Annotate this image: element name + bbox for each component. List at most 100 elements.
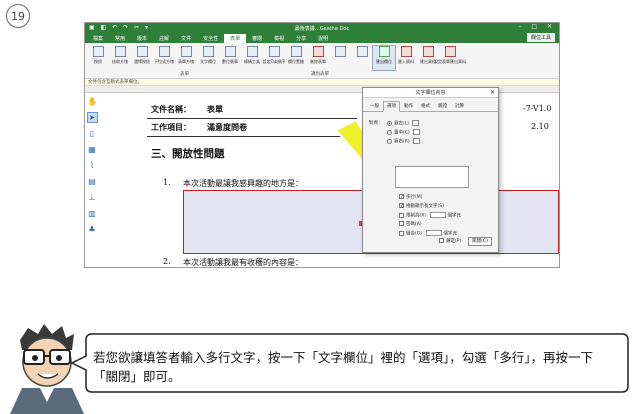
button-icon [92,46,104,57]
delete-form-icon [312,46,324,57]
export-data-icon [422,46,434,57]
dialog-tab-validate[interactable]: 驗證 [434,101,451,111]
tab-file[interactable]: 檔案 [87,34,109,43]
comb-input[interactable] [426,230,443,236]
ribbon-spacer-2 [351,46,373,70]
tab-comment[interactable]: 註解 [153,34,175,43]
divider-line [147,118,357,119]
comb-checkbox[interactable]: 組合(O) 個字元 [399,230,457,237]
tree-icon[interactable]: ♣ [88,225,97,234]
select-arrow-icon[interactable]: ➤ [86,112,98,123]
generic-icon [334,46,346,57]
group-label-identify: 識別表單 [311,72,329,77]
dialog-tab-format[interactable]: 格式 [417,101,434,111]
divider-line [147,136,357,137]
dialog-title: 文字欄位內容 ✕ [363,88,498,98]
tab-field-tools[interactable]: 欄位工具 [526,33,555,42]
step-number-badge: 19 [6,4,30,28]
import-data-tool[interactable]: 匯入資料 [395,46,417,70]
question-1-number: 1. [163,178,171,187]
tab-view[interactable]: 檢視 [268,34,290,43]
work-item-label: 工作項目： [151,122,191,132]
barcode-tool[interactable]: 條碼工具 [241,46,263,70]
tab-security[interactable]: 安全性 [197,34,224,43]
form-export-settings-tool[interactable]: 設定表單匯出資料 [434,46,466,70]
comment-icon[interactable]: ▤ [88,177,97,186]
dialog-body: 對齊： 靠左(L) 置中(C) 靠右(R) ✓ 多行(M) ✓ 捲動顯示長文字(S)… [363,112,498,244]
limit-label: 限制為(X) [406,213,427,219]
dialog-tab-options[interactable]: 選項 [383,101,400,112]
grid-icon[interactable]: ▦ [88,145,97,154]
tab-order-tool[interactable]: 設定Tab順序 [263,46,285,70]
field-check-tool[interactable]: 欄位置檢 [285,46,307,70]
window-controls[interactable]: – □ ✕ [518,23,556,30]
default-value-box[interactable] [395,166,469,188]
notification-bar: 文件包含互動式表單欄位。 [85,79,559,86]
layers-icon[interactable]: ▥ [88,209,97,218]
dialog-tab-actions[interactable]: 動作 [400,101,417,111]
align-right-label: 靠右(R) [394,139,410,145]
import-data-icon [400,46,412,57]
text-field-icon [202,46,214,57]
align-right-radio[interactable]: 靠右(R) [387,138,420,145]
align-label: 對齊： [369,121,383,126]
align-left-radio[interactable]: 靠左(L) [387,120,420,127]
password-label: 密碼(A) [406,222,422,227]
tab-version[interactable]: 版本 [131,34,153,43]
doc-name-value: 表單 [207,104,223,114]
combobox-tool[interactable]: 下拉式方塊 [153,46,175,70]
dialog-close-button[interactable]: 關閉(C) [468,237,492,246]
export-data-tool[interactable]: 匯出資料 [417,46,439,70]
align-left-label: 靠左(L) [394,121,410,127]
ribbon-toolbar: 按鈕 核取方塊 選擇按鈕 下拉式方塊 清單方塊 文字欄位 數位簽章 條碼工具 設… [85,43,559,79]
scroll-long-text-checkbox[interactable]: ✓ 捲動顯示長文字(S) [399,203,444,209]
align-right-icon [412,138,420,144]
group-label-forms: 表單 [180,72,189,77]
limit-unit: 個字元 [447,213,462,219]
dialog-tab-general[interactable]: 一般 [366,101,383,111]
radio-tool[interactable]: 選擇按鈕 [131,46,153,70]
tab-forms[interactable]: 表單 [224,34,247,43]
quick-access-icons[interactable]: ▣ ◧ ↶ ↷ ✂ ▾ [89,24,150,31]
locked-checkbox[interactable]: 鎖定(P) [439,238,461,244]
ribbon-spacer-1 [329,46,351,70]
page-thumbnail-icon[interactable]: ▯ [88,129,97,138]
text-field-properties-dialog: 文字欄位內容 ✕ 一般 選項 動作 格式 驗證 計算 對齊： 靠左(L) 置中(… [362,87,499,253]
limit-chars-checkbox[interactable]: 限制為(X) 個字元 [399,212,461,219]
textfield-tool[interactable]: 文字欄位 [197,46,219,70]
radio-icon [136,46,148,57]
field-check-icon [290,46,302,57]
scroll-label: 捲動顯示長文字(S) [406,204,444,209]
doc-name-label: 文件名稱： [151,104,191,114]
tab-home[interactable]: 常用 [109,34,131,43]
multiline-checkbox[interactable]: ✓ 多行(M) [399,194,422,200]
button-tool[interactable]: 按鈕 [87,46,109,70]
signature-tool[interactable]: 數位簽章 [219,46,241,70]
locked-label: 鎖定(P) [446,239,462,244]
doc-code: -7-V1.0 [523,104,552,113]
tab-review[interactable]: 審閱 [246,34,268,43]
align-center-label: 置中(C) [394,130,410,136]
tab-help[interactable]: 說明 [312,34,334,43]
comb-unit: 個字元 [443,231,458,237]
doc-date: 2.10 [531,122,549,131]
attachment-icon[interactable]: ⌇ [88,161,97,170]
generic-icon [356,46,368,57]
export-field-tool[interactable]: 匯出欄位 [372,45,396,71]
tab-document[interactable]: 文件 [175,34,197,43]
listbox-tool[interactable]: 清單方塊 [175,46,197,70]
delete-form-tool[interactable]: 刪除表單 [307,46,329,70]
dialog-close-icon[interactable]: ✕ [490,88,495,98]
tab-share[interactable]: 分享 [290,34,312,43]
limit-input[interactable] [430,212,447,218]
align-center-icon [412,129,420,135]
question-2-number: 2. [163,257,171,266]
window-title: 最後表議…Gaatha Doc [294,25,350,32]
align-center-radio[interactable]: 置中(C) [387,129,420,136]
password-checkbox[interactable]: 密碼(A) [399,221,422,227]
hand-tool-icon[interactable]: ✋ [88,97,98,106]
barcode-icon [246,46,258,57]
checkbox-tool[interactable]: 核取方塊 [109,46,131,70]
dialog-tab-calculate[interactable]: 計算 [451,101,468,111]
stamp-icon[interactable]: ⊥ [88,193,97,202]
